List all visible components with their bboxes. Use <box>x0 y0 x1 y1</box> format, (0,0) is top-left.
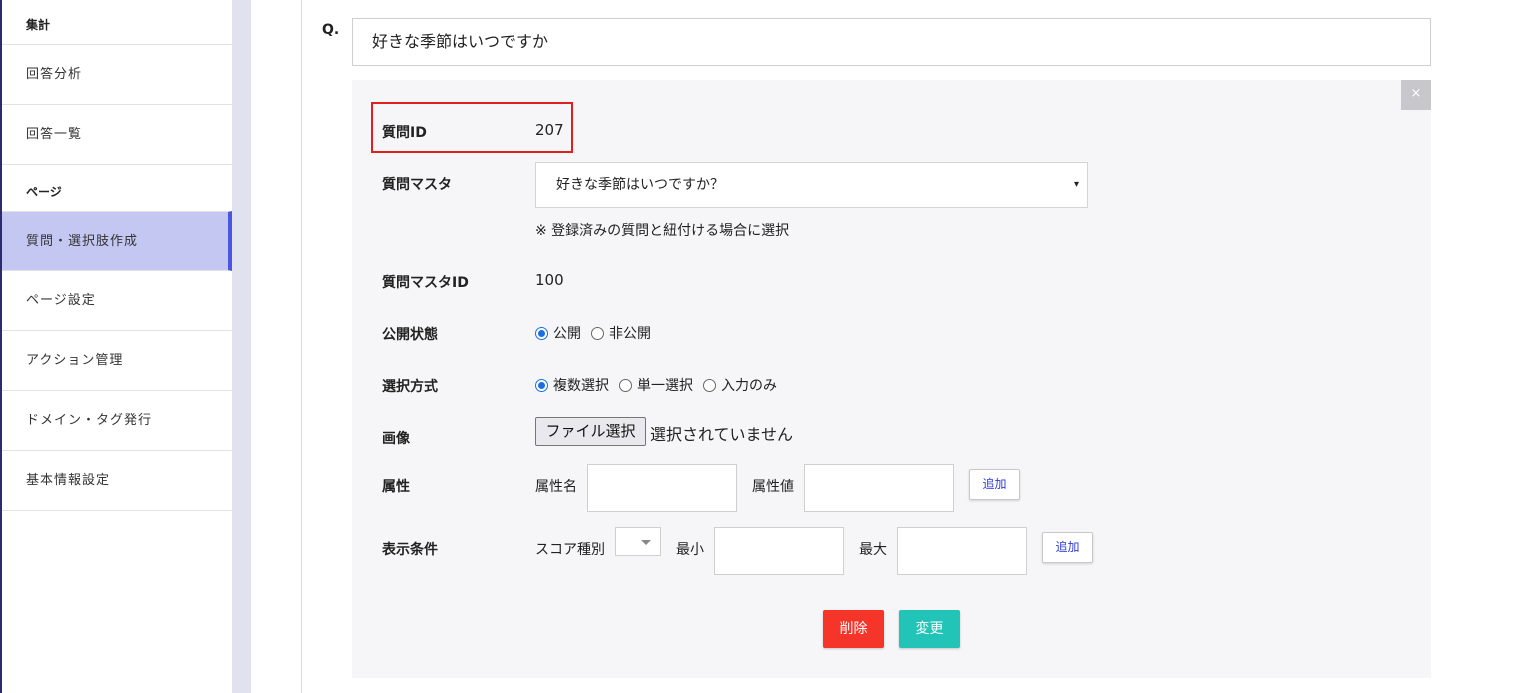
question-master-select[interactable]: 好きな季節はいつですか？ ▾ <box>535 162 1088 208</box>
radio-single-label: 単一選択 <box>637 378 693 394</box>
publish-status-radios: 公開 非公開 <box>535 323 661 343</box>
attribute-name-label: 属性名 <box>535 479 577 495</box>
sidebar-item-basic-info[interactable]: 基本情報設定 <box>2 451 232 511</box>
max-label: 最大 <box>859 542 887 558</box>
radio-multiple-label: 複数選択 <box>553 378 609 394</box>
attribute-value-label: 属性値 <box>752 479 794 495</box>
radio-unchecked-icon <box>619 378 632 392</box>
question-prefix: Q. <box>322 22 340 38</box>
attribute-name-input[interactable] <box>587 464 737 512</box>
sidebar-section-aggregate: 集計 <box>2 0 232 45</box>
radio-input-only-label: 入力のみ <box>721 378 777 394</box>
change-button[interactable]: 変更 <box>899 610 960 648</box>
content-divider <box>301 0 302 693</box>
radio-single[interactable]: 単一選択 <box>619 375 693 395</box>
score-type-select[interactable] <box>615 527 661 556</box>
radio-multiple[interactable]: 複数選択 <box>535 375 609 395</box>
delete-button[interactable]: 削除 <box>823 610 884 648</box>
radio-public-label: 公開 <box>553 326 581 342</box>
radio-public[interactable]: 公開 <box>535 323 581 343</box>
sidebar-item-domain-tag[interactable]: ドメイン・タグ発行 <box>2 391 232 451</box>
radio-input-only[interactable]: 入力のみ <box>703 375 777 395</box>
sidebar-item-action-management[interactable]: アクション管理 <box>2 331 232 391</box>
radio-unchecked-icon <box>591 326 604 340</box>
radio-checked-icon <box>535 326 548 340</box>
sidebar-item-answer-list[interactable]: 回答一覧 <box>2 105 232 165</box>
question-id-label: 質問ID <box>382 125 427 141</box>
question-master-id-value: 100 <box>535 271 564 289</box>
question-master-label: 質問マスタ <box>382 177 452 193</box>
radio-unchecked-icon <box>703 378 716 392</box>
min-label: 最小 <box>676 542 704 558</box>
selection-method-radios: 複数選択 単一選択 入力のみ <box>535 375 787 395</box>
sidebar-item-page-settings[interactable]: ページ設定 <box>2 271 232 331</box>
score-type-label: スコア種別 <box>535 542 605 558</box>
file-status: 選択されていません <box>650 425 794 444</box>
attribute-value-input[interactable] <box>804 464 954 512</box>
radio-private[interactable]: 非公開 <box>591 323 651 343</box>
sidebar-item-question-choices[interactable]: 質問・選択肢作成 <box>2 211 232 271</box>
attribute-label: 属性 <box>382 479 410 495</box>
max-input[interactable] <box>897 527 1027 575</box>
question-id-value: 207 <box>535 121 564 139</box>
sidebar: 集計 回答分析 回答一覧 ページ 質問・選択肢作成 ページ設定 アクション管理 … <box>0 0 232 693</box>
min-input[interactable] <box>714 527 844 575</box>
sidebar-gutter <box>232 0 251 693</box>
radio-checked-icon <box>535 378 548 392</box>
question-master-note: ※ 登録済みの質問と紐付ける場合に選択 <box>535 223 790 239</box>
sidebar-section-page: ページ <box>26 185 62 199</box>
radio-private-label: 非公開 <box>609 326 651 342</box>
sidebar-item-answer-analysis[interactable]: 回答分析 <box>2 45 232 105</box>
add-condition-button[interactable]: 追加 <box>1042 532 1093 563</box>
display-condition-label: 表示条件 <box>382 542 438 558</box>
add-attribute-button[interactable]: 追加 <box>969 469 1020 500</box>
chevron-down-icon: ▾ <box>1073 179 1079 190</box>
image-label: 画像 <box>382 431 410 447</box>
file-select-button[interactable]: ファイル選択 <box>535 417 646 446</box>
selection-method-label: 選択方式 <box>382 379 438 395</box>
question-text-input[interactable]: 好きな季節はいつですか <box>352 18 1431 66</box>
question-master-selected: 好きな季節はいつですか？ <box>556 177 724 193</box>
close-button[interactable]: × <box>1401 80 1431 110</box>
question-master-id-label: 質問マスタID <box>382 275 469 291</box>
publish-status-label: 公開状態 <box>382 327 438 343</box>
